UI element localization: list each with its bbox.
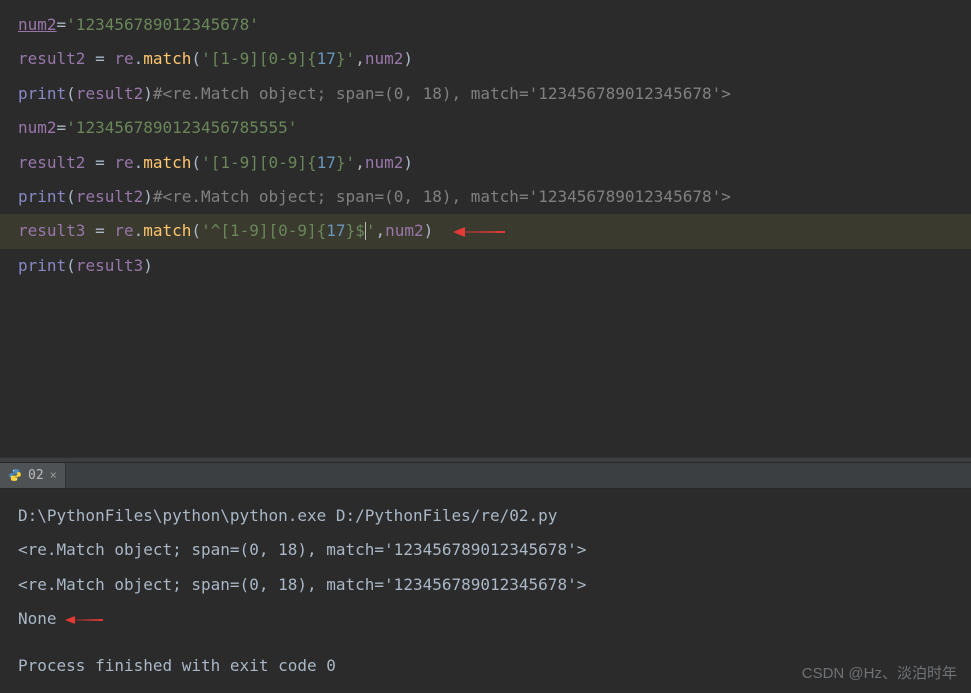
comment: #<re.Match object; span=(0, 18), match='… xyxy=(153,84,731,103)
code-line[interactable]: result2 = re.match('[1-9][0-9]{17}',num2… xyxy=(0,42,971,76)
variable: num2 xyxy=(18,15,57,34)
annotation-arrow xyxy=(453,220,505,242)
operator: = xyxy=(85,49,114,68)
watermark: CSDN @Hz、淡泊时年 xyxy=(802,662,957,683)
close-icon[interactable]: × xyxy=(50,468,57,482)
run-console[interactable]: D:\PythonFiles\python\python.exe D:/Pyth… xyxy=(0,489,971,693)
code-line[interactable]: num2='1234567890123456785555' xyxy=(0,111,971,145)
string-literal: '1234567890123456785555' xyxy=(66,118,297,137)
string-literal: '123456789012345678' xyxy=(66,15,259,34)
console-line xyxy=(18,637,953,649)
python-icon xyxy=(8,468,22,482)
console-line: <re.Match object; span=(0, 18), match='1… xyxy=(18,568,953,602)
annotation-arrow xyxy=(65,608,103,630)
operator: = xyxy=(57,15,67,34)
code-line[interactable]: num2='123456789012345678' xyxy=(0,8,971,42)
builtin: print xyxy=(18,84,66,103)
console-line: <re.Match object; span=(0, 18), match='1… xyxy=(18,533,953,567)
code-line[interactable]: result2 = re.match('[1-9][0-9]{17}',num2… xyxy=(0,146,971,180)
variable: num2 xyxy=(18,118,57,137)
code-line-current[interactable]: result3 = re.match('^[1-9][0-9]{17}$',nu… xyxy=(0,214,971,248)
code-line[interactable]: print(result2)#<re.Match object; span=(0… xyxy=(0,180,971,214)
text-cursor xyxy=(365,222,366,240)
code-editor[interactable]: num2='123456789012345678' result2 = re.m… xyxy=(0,0,971,457)
code-line[interactable]: print(result2)#<re.Match object; span=(0… xyxy=(0,77,971,111)
function: match xyxy=(143,49,191,68)
console-tabs: 02 × xyxy=(0,463,971,490)
tab-label: 02 xyxy=(28,468,44,483)
code-line[interactable]: print(result3) xyxy=(0,249,971,283)
console-line: D:\PythonFiles\python\python.exe D:/Pyth… xyxy=(18,499,953,533)
console-line: None xyxy=(18,602,953,636)
variable: result2 xyxy=(18,49,85,68)
module: re xyxy=(114,49,133,68)
console-tab[interactable]: 02 × xyxy=(0,463,66,489)
